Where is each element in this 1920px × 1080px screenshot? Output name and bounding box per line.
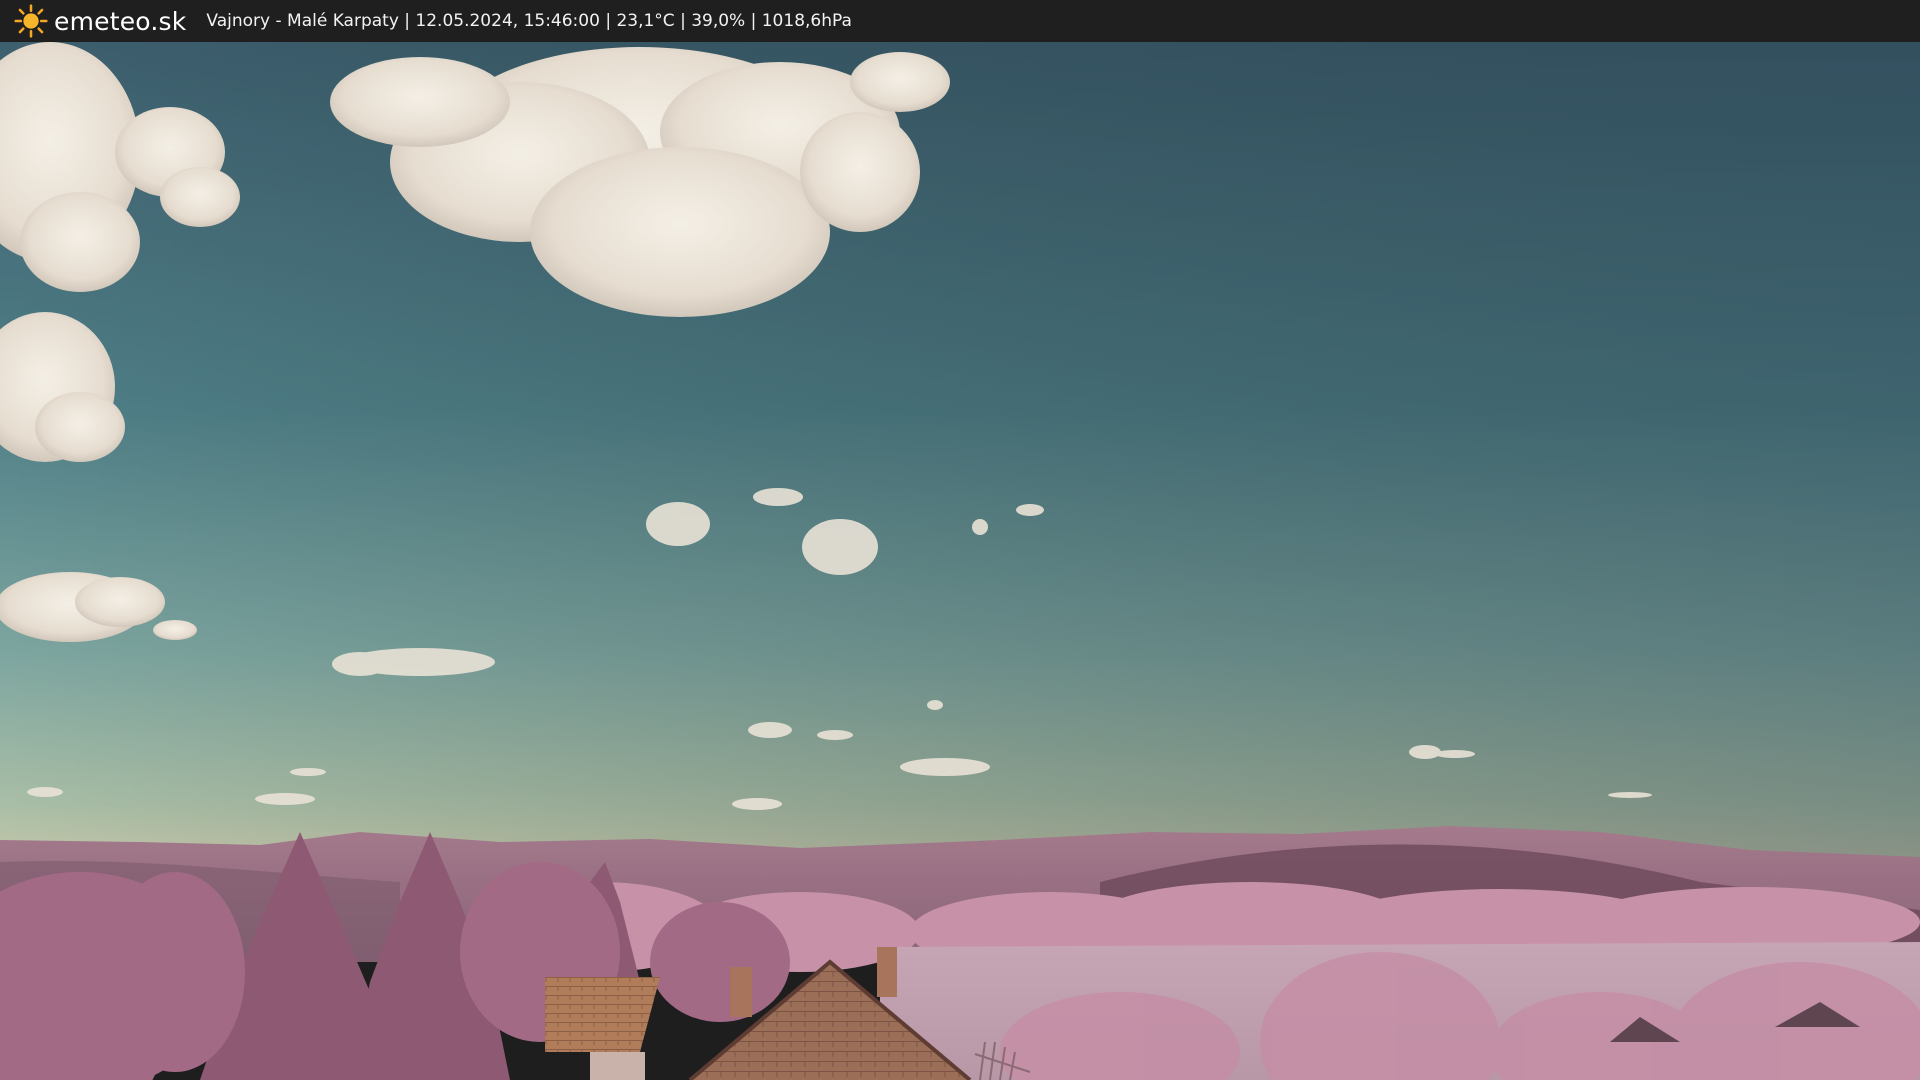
sun-icon: [14, 4, 48, 38]
landscape-picture: [0, 42, 1920, 1080]
webcam-image: [0, 42, 1920, 1080]
brand[interactable]: emeteo.sk: [14, 4, 186, 38]
weather-caption: Vajnory - Malé Karpaty | 12.05.2024, 15:…: [206, 11, 852, 31]
brand-name: emeteo.sk: [54, 6, 187, 36]
top-bar: emeteo.sk Vajnory - Malé Karpaty | 12.05…: [0, 0, 1920, 42]
